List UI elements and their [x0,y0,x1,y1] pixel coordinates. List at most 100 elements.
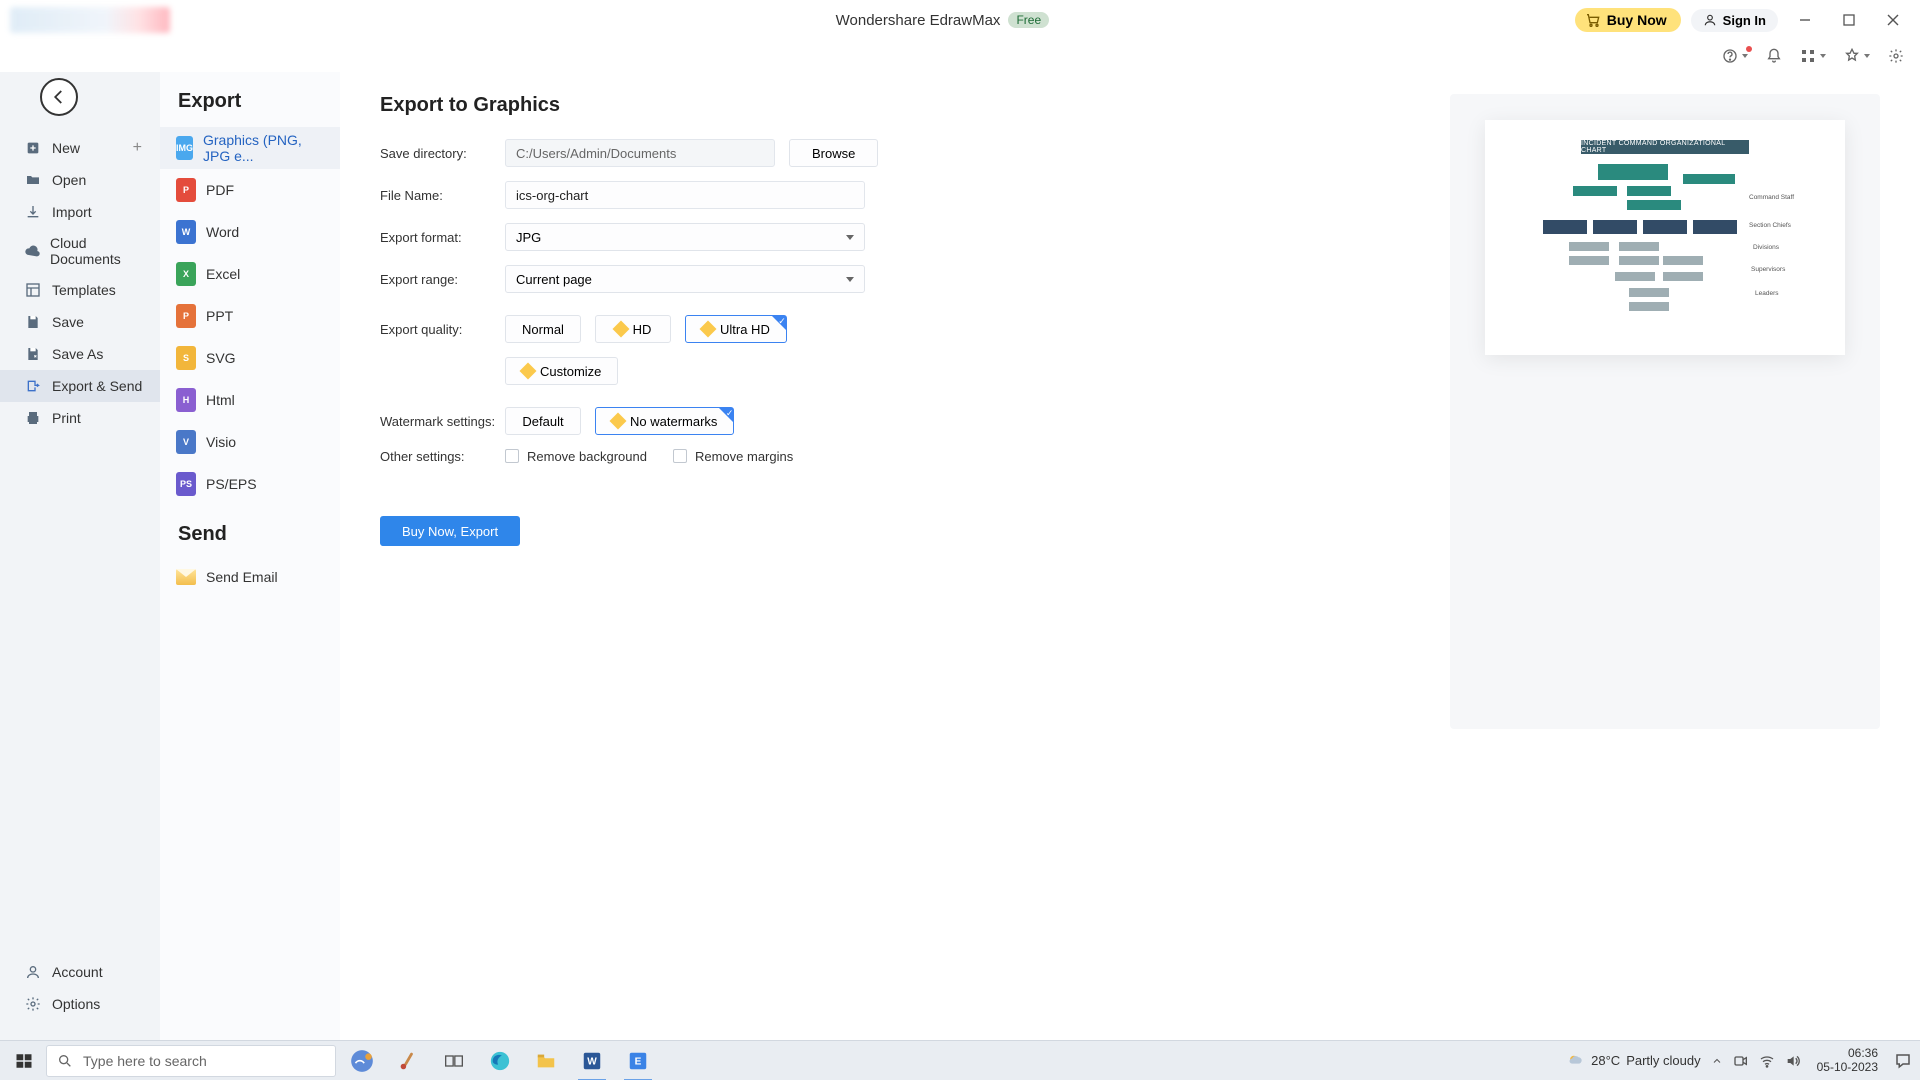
plus-icon[interactable]: + [133,139,142,157]
send-email[interactable]: Send Email [160,556,340,598]
svg-text:W: W [587,1056,597,1067]
tray-notifications-icon[interactable] [1894,1052,1912,1070]
tray-clock[interactable]: 06:36 05-10-2023 [1811,1047,1884,1073]
taskbar-news-icon[interactable] [342,1041,382,1080]
menu-open[interactable]: Open [0,164,160,196]
new-icon [24,139,42,157]
taskbar-explorer-icon[interactable] [526,1041,566,1080]
watermark-none[interactable]: No watermarks [595,407,734,435]
menu-open-label: Open [52,172,86,188]
quality-hd[interactable]: HD [595,315,671,343]
menu-save-as[interactable]: Save As [0,338,160,370]
settings-icon[interactable] [1888,48,1904,64]
menu-new-label: New [52,140,80,156]
print-icon [24,409,42,427]
close-button[interactable] [1876,3,1910,37]
tray-weather[interactable]: 28°C Partly cloudy [1567,1052,1700,1070]
menu-cloud-documents[interactable]: Cloud Documents [0,228,160,274]
format-ppt[interactable]: P PPT [160,295,340,337]
file-name-input[interactable] [505,181,865,209]
tray-volume-icon[interactable] [1785,1053,1801,1069]
graphics-icon: IMG [176,136,193,160]
account-icon [24,963,42,981]
menu-account[interactable]: Account [0,956,160,988]
selected-check-icon [772,316,786,330]
quality-normal[interactable]: Normal [505,315,581,343]
format-svg[interactable]: S SVG [160,337,340,379]
taskbar-search[interactable]: Type here to search [46,1045,336,1077]
checkbox-icon [505,449,519,463]
menu-cloud-label: Cloud Documents [50,235,148,267]
buy-now-export-button[interactable]: Buy Now, Export [380,516,520,546]
tray-meet-now-icon[interactable] [1733,1053,1749,1069]
app-title: Wondershare EdrawMax [836,12,1001,29]
taskbar-edge-icon[interactable] [480,1041,520,1080]
format-excel[interactable]: X Excel [160,253,340,295]
format-html-label: Html [206,392,235,408]
menu-new[interactable]: New + [0,132,160,164]
menu-print[interactable]: Print [0,402,160,434]
tray-wifi-icon[interactable] [1759,1053,1775,1069]
menu-options-label: Options [52,996,100,1012]
send-email-label: Send Email [206,569,278,585]
taskbar-word-icon[interactable]: W [572,1041,612,1080]
export-to-graphics-heading: Export to Graphics [380,94,1410,117]
diamond-icon [700,321,717,338]
watermark-default[interactable]: Default [505,407,581,435]
minimize-button[interactable] [1788,3,1822,37]
word-icon: W [176,220,196,244]
menu-options[interactable]: Options [0,988,160,1020]
menu-save-as-label: Save As [52,346,103,362]
folder-icon [24,171,42,189]
pseps-icon: PS [176,472,196,496]
buy-now-button[interactable]: Buy Now [1575,8,1681,32]
menu-import[interactable]: Import [0,196,160,228]
format-pseps[interactable]: PS PS/EPS [160,463,340,505]
format-html[interactable]: H Html [160,379,340,421]
tray-chevron-up-icon[interactable] [1711,1055,1723,1067]
taskbar-edraw-icon[interactable]: E [618,1041,658,1080]
remove-background-checkbox[interactable]: Remove background [505,449,647,464]
watermark-default-label: Default [522,414,563,429]
export-format-select[interactable]: JPG [505,223,865,251]
apps-icon[interactable] [1800,48,1826,64]
export-range-select[interactable]: Current page [505,265,865,293]
back-button[interactable] [40,78,78,116]
taskbar-taskview-icon[interactable] [434,1041,474,1080]
templates-icon [24,281,42,299]
menu-export-send[interactable]: Export & Send [0,370,160,402]
format-pdf-label: PDF [206,182,234,198]
quality-ultra-hd[interactable]: Ultra HD [685,315,787,343]
sign-in-button[interactable]: Sign In [1691,9,1778,32]
save-directory-input[interactable] [505,139,775,167]
remove-margins-checkbox[interactable]: Remove margins [673,449,793,464]
browse-button[interactable]: Browse [789,139,878,167]
free-badge: Free [1008,12,1049,28]
notification-dot [1746,46,1752,52]
menu-templates[interactable]: Templates [0,274,160,306]
help-icon[interactable] [1722,48,1748,64]
bell-icon[interactable] [1766,48,1782,64]
export-range-label: Export range: [380,272,505,287]
start-button[interactable] [8,1045,40,1077]
chevron-down-icon [846,277,854,282]
save-as-icon [24,345,42,363]
menu-save[interactable]: Save [0,306,160,338]
taskbar-cricket-icon[interactable] [388,1041,428,1080]
options-icon [24,995,42,1013]
taskbar-search-placeholder: Type here to search [83,1053,207,1069]
format-word[interactable]: W Word [160,211,340,253]
export-icon [24,377,42,395]
other-settings-label: Other settings: [380,449,505,464]
quality-customize[interactable]: Customize [505,357,618,385]
format-pseps-label: PS/EPS [206,476,257,492]
format-graphics-label: Graphics (PNG, JPG e... [203,132,324,164]
diamond-icon [612,321,629,338]
maximize-button[interactable] [1832,3,1866,37]
diamond-icon [520,363,537,380]
pin-icon[interactable] [1844,48,1870,64]
format-graphics[interactable]: IMG Graphics (PNG, JPG e... [160,127,340,169]
format-visio[interactable]: V Visio [160,421,340,463]
format-pdf[interactable]: P PDF [160,169,340,211]
user-icon [1703,13,1717,27]
